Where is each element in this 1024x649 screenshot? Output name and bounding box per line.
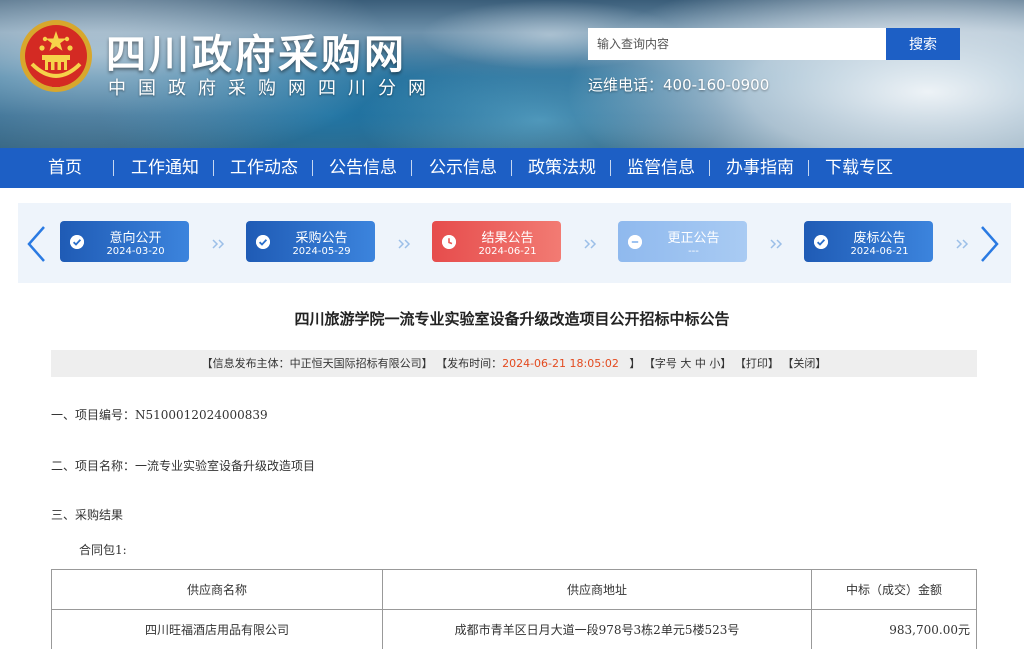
column-header-amount: 中标（成交）金额 (811, 569, 977, 610)
nav-item-policies[interactable]: 政策法规 (528, 148, 596, 188)
nav-separator (312, 160, 313, 176)
step-date: 2024-06-21 (478, 246, 537, 257)
font-size-medium-link[interactable]: 中 (695, 357, 706, 370)
step-label: 意向公开 (109, 231, 162, 246)
publish-time-label: 【发布时间： (436, 357, 503, 370)
nav-item-work-notices[interactable]: 工作通知 (131, 148, 199, 188)
nav-separator (808, 160, 809, 176)
step-label: 结果公告 (481, 231, 534, 246)
nav-separator (113, 160, 114, 176)
table-header-row: 供应商名称 供应商地址 中标（成交）金额 (51, 569, 977, 610)
double-chevron-right-icon (398, 239, 411, 249)
column-header-supplier-address: 供应商地址 (382, 569, 812, 610)
procurement-timeline: 意向公开 2024-03-20 采购公告 2024-05-29 结果公告 202… (18, 203, 1011, 283)
publish-time-value: 2024-06-21 18:05:02 (502, 357, 619, 370)
result-heading: 三、采购结果 (51, 508, 124, 522)
supplier-name-cell: 四川旺福酒店用品有限公司 (51, 609, 383, 649)
publisher-info: 【信息发布主体：中正恒天国际招标有限公司】 (201, 357, 433, 370)
double-chevron-right-icon (212, 239, 225, 249)
site-title: 四川政府采购网 (106, 32, 407, 78)
font-size-small-link[interactable]: 小 (709, 357, 720, 370)
step-correction-notice[interactable]: 更正公告 --- (618, 221, 747, 262)
supplier-address-cell: 成都市青羊区日月大道一段978号3栋2单元5楼523号 (382, 609, 812, 649)
project-number: 一、项目编号：N5100012024000839 (51, 408, 268, 422)
nav-item-home[interactable]: 首页 (48, 148, 82, 188)
project-name: 二、项目名称：一流专业实验室设备升级改造项目 (51, 459, 316, 473)
step-procurement-notice[interactable]: 采购公告 2024-05-29 (246, 221, 375, 262)
nav-separator (213, 160, 214, 176)
result-table: 供应商名称 供应商地址 中标（成交）金额 四川旺福酒店用品有限公司 成都市青羊区… (51, 569, 977, 649)
national-emblem-icon (20, 20, 92, 92)
nav-item-guide[interactable]: 办事指南 (726, 148, 794, 188)
header-banner: 四川政府采购网 中国政府采购网四川分网 搜索 运维电话：400-160-0900 (0, 0, 1024, 148)
nav-item-publicity[interactable]: 公示信息 (429, 148, 497, 188)
publish-time-close: 】 (629, 357, 641, 370)
step-label: 采购公告 (295, 231, 348, 246)
step-result-notice[interactable]: 结果公告 2024-06-21 (432, 221, 561, 262)
nav-item-downloads[interactable]: 下载专区 (825, 148, 893, 188)
nav-separator (610, 160, 611, 176)
double-chevron-right-icon (584, 239, 597, 249)
close-link[interactable]: 【关闭】 (782, 357, 826, 370)
article-title: 四川旅游学院一流专业实验室设备升级改造项目公开招标中标公告 (294, 310, 730, 328)
step-date: --- (688, 246, 699, 257)
step-intent-disclosure[interactable]: 意向公开 2024-03-20 (60, 221, 189, 262)
nav-item-supervision[interactable]: 监管信息 (627, 148, 695, 188)
nav-item-announcements[interactable]: 公告信息 (329, 148, 397, 188)
chevron-right-icon[interactable] (978, 224, 1002, 264)
chevron-left-icon[interactable] (24, 224, 48, 264)
step-failed-bid-notice[interactable]: 废标公告 2024-06-21 (804, 221, 933, 262)
font-size-close: 】 (720, 357, 732, 370)
font-size-label: 【字号 (643, 357, 677, 370)
site-subtitle: 中国政府采购网四川分网 (108, 78, 438, 99)
double-chevron-right-icon (770, 239, 783, 249)
main-nav: 首页 工作通知 工作动态 公告信息 公示信息 政策法规 监管信息 办事指南 下载… (0, 148, 1024, 188)
nav-separator (411, 160, 412, 176)
amount-cell: 983,700.00元 (811, 609, 977, 649)
hotline-text: 运维电话：400-160-0900 (588, 76, 770, 94)
step-date: 2024-06-21 (850, 246, 909, 257)
column-header-supplier-name: 供应商名称 (51, 569, 383, 610)
step-label: 废标公告 (853, 231, 906, 246)
step-label: 更正公告 (667, 231, 720, 246)
nav-item-work-news[interactable]: 工作动态 (230, 148, 298, 188)
nav-separator (709, 160, 710, 176)
font-size-large-link[interactable]: 大 (680, 357, 691, 370)
search-button[interactable]: 搜索 (886, 28, 960, 60)
step-date: 2024-03-20 (106, 246, 165, 257)
package-label: 合同包1: (79, 543, 127, 557)
print-link[interactable]: 【打印】 (735, 357, 779, 370)
double-chevron-right-icon (956, 239, 969, 249)
article-info-bar: 【信息发布主体：中正恒天国际招标有限公司】 【发布时间：2024-06-21 1… (51, 350, 977, 377)
search-input[interactable] (588, 28, 886, 60)
table-row: 四川旺福酒店用品有限公司 成都市青羊区日月大道一段978号3栋2单元5楼523号… (51, 609, 977, 649)
nav-separator (511, 160, 512, 176)
step-date: 2024-05-29 (292, 246, 351, 257)
